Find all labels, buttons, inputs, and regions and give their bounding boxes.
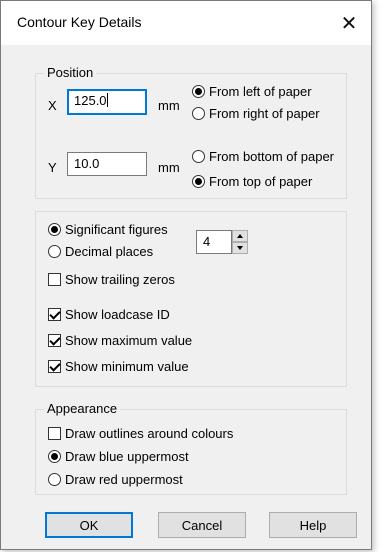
checkbox-indicator	[48, 360, 61, 373]
from-left-label: From left of paper	[209, 84, 312, 99]
close-icon: ✕	[340, 12, 358, 35]
y-unit-label: mm	[158, 160, 180, 175]
cancel-button-label: Cancel	[181, 517, 223, 533]
spinner-down-button[interactable]	[232, 242, 248, 254]
position-group: Position X 125.0 mm From left of paper F…	[35, 65, 347, 199]
y-position-input[interactable]: 10.0	[67, 152, 147, 176]
draw-outlines-label: Draw outlines around colours	[65, 426, 234, 441]
draw-red-uppermost-radio[interactable]: Draw red uppermost	[48, 472, 183, 487]
significant-figures-radio[interactable]: Significant figures	[48, 222, 168, 237]
x-unit-label: mm	[158, 98, 180, 113]
radio-indicator	[48, 473, 61, 486]
y-label: Y	[48, 160, 57, 175]
appearance-group: Appearance Draw outlines around colours …	[35, 401, 347, 495]
from-right-label: From right of paper	[209, 106, 320, 121]
radio-indicator	[192, 150, 205, 163]
spinner-up-button[interactable]	[232, 230, 248, 242]
from-bottom-label: From bottom of paper	[209, 149, 334, 164]
help-button[interactable]: Help	[269, 512, 357, 538]
radio-indicator	[192, 107, 205, 120]
radio-indicator	[48, 450, 61, 463]
show-loadcase-id-checkbox[interactable]: Show loadcase ID	[48, 307, 170, 322]
help-button-label: Help	[299, 517, 327, 533]
checkbox-indicator	[48, 273, 61, 286]
contour-key-details-dialog: Contour Key Details ✕ Position X 125.0 m…	[0, 0, 372, 550]
radio-indicator	[192, 85, 205, 98]
radio-indicator	[48, 245, 61, 258]
title-bar: Contour Key Details ✕	[1, 1, 371, 45]
ok-button[interactable]: OK	[45, 512, 133, 538]
show-trailing-zeros-label: Show trailing zeros	[65, 272, 175, 287]
draw-blue-uppermost-label: Draw blue uppermost	[65, 449, 189, 464]
y-position-value: 10.0	[74, 156, 100, 171]
draw-red-uppermost-label: Draw red uppermost	[65, 472, 183, 487]
from-right-radio[interactable]: From right of paper	[192, 106, 320, 121]
position-legend: Position	[44, 65, 97, 80]
from-bottom-radio[interactable]: From bottom of paper	[192, 149, 334, 164]
digits-value: 4	[203, 234, 211, 249]
x-position-input[interactable]: 125.0	[67, 89, 147, 115]
show-minimum-value-label: Show minimum value	[65, 359, 189, 374]
dialog-title: Contour Key Details	[17, 14, 142, 30]
digits-spinner	[232, 230, 254, 254]
from-top-label: From top of paper	[209, 174, 313, 189]
checkbox-indicator	[48, 334, 61, 347]
checkbox-indicator	[48, 427, 61, 440]
radio-indicator	[192, 175, 205, 188]
chevron-up-icon	[237, 234, 243, 238]
from-left-radio[interactable]: From left of paper	[192, 84, 312, 99]
significant-figures-label: Significant figures	[65, 222, 168, 237]
cancel-button[interactable]: Cancel	[158, 512, 246, 538]
radio-indicator	[48, 223, 61, 236]
digits-input[interactable]: 4	[196, 230, 232, 254]
show-loadcase-id-label: Show loadcase ID	[65, 307, 170, 322]
text-caret	[106, 93, 108, 107]
close-button[interactable]: ✕	[327, 1, 371, 45]
show-maximum-value-label: Show maximum value	[65, 333, 193, 348]
number-format-group: Significant figures Decimal places 4 Sho…	[35, 211, 347, 387]
show-minimum-value-checkbox[interactable]: Show minimum value	[48, 359, 189, 374]
checkbox-indicator	[48, 308, 61, 321]
from-top-radio[interactable]: From top of paper	[192, 174, 312, 189]
x-label: X	[48, 98, 57, 113]
show-maximum-value-checkbox[interactable]: Show maximum value	[48, 333, 192, 348]
ok-button-label: OK	[79, 517, 99, 533]
decimal-places-label: Decimal places	[65, 244, 154, 259]
draw-blue-uppermost-radio[interactable]: Draw blue uppermost	[48, 449, 189, 464]
show-trailing-zeros-checkbox[interactable]: Show trailing zeros	[48, 272, 175, 287]
appearance-legend: Appearance	[44, 401, 121, 416]
chevron-down-icon	[237, 246, 243, 250]
decimal-places-radio[interactable]: Decimal places	[48, 244, 153, 259]
draw-outlines-checkbox[interactable]: Draw outlines around colours	[48, 426, 233, 441]
x-position-value: 125.0	[74, 93, 107, 108]
